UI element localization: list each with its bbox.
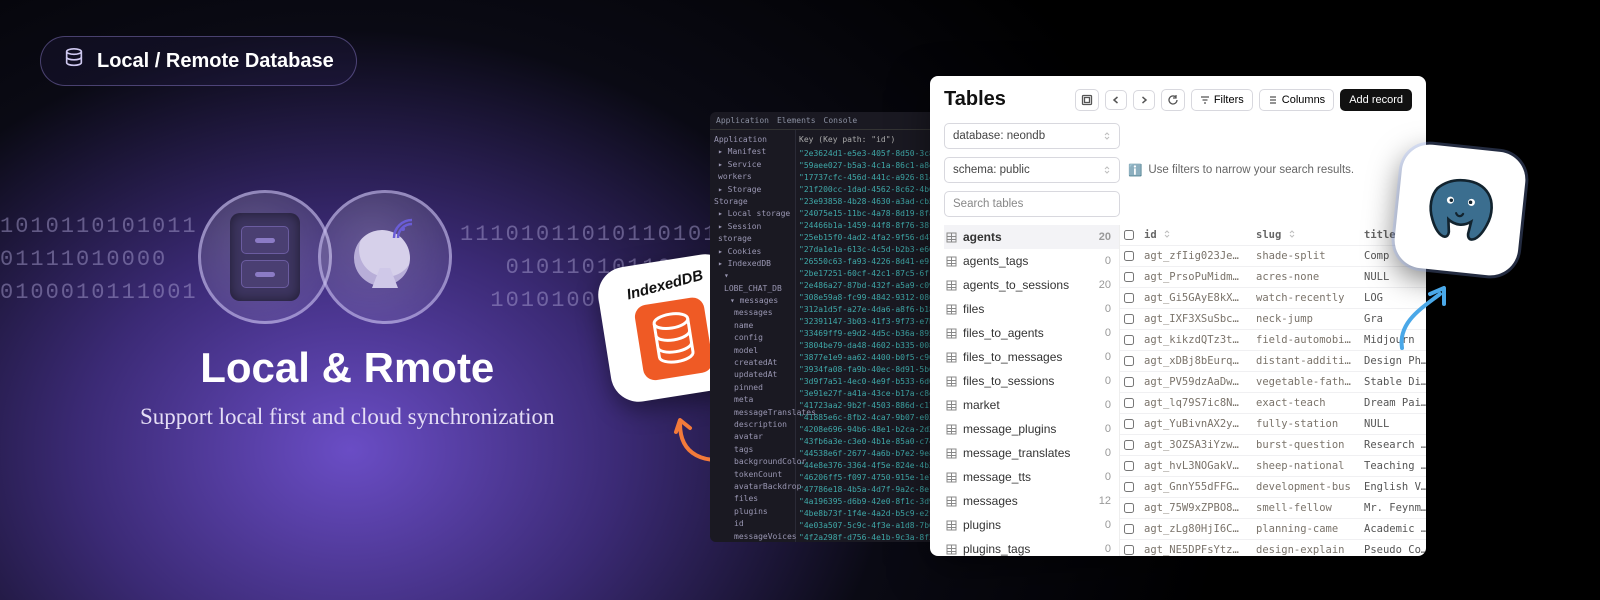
table-list-item[interactable]: agents_tags0 (944, 249, 1119, 273)
hero-title: Local & Rmote (140, 344, 555, 392)
indexeddb-cylinder-icon (633, 295, 714, 381)
checkbox-header[interactable] (1120, 225, 1138, 245)
remote-circle (318, 190, 452, 324)
expand-icon-button[interactable] (1075, 89, 1099, 111)
table-list-item[interactable]: message_translates0 (944, 441, 1119, 465)
table-row[interactable]: agt_NE5DPFsYtzCUdesign-explainPseudo Cod… (1120, 540, 1426, 556)
hero-text: Local & Rmote Support local first and cl… (140, 344, 555, 430)
hero-subtitle: Support local first and cloud synchroniz… (140, 404, 555, 430)
row-checkbox[interactable] (1124, 272, 1134, 282)
search-tables-input[interactable]: Search tables (944, 191, 1120, 217)
database-selector[interactable]: database: neondb (944, 123, 1120, 149)
table-list-item[interactable]: agents_to_sessions20 (944, 273, 1119, 297)
filter-tip: ℹ️ Use filters to narrow your search res… (1128, 123, 1354, 217)
table-list-item[interactable]: market0 (944, 393, 1119, 417)
satellite-dish-icon (346, 218, 424, 296)
next-button[interactable] (1133, 90, 1155, 110)
row-checkbox[interactable] (1124, 440, 1134, 450)
table-list-item[interactable]: agents20 (944, 225, 1119, 249)
info-icon: ℹ️ (1128, 163, 1142, 177)
table-row[interactable]: agt_PV59dzAaDwXPvegetable-fatherStable D… (1120, 372, 1426, 393)
devtools-panel: Application Elements Console Application▸ … (710, 112, 932, 542)
tables-list: agents20agents_tags0agents_to_sessions20… (944, 225, 1120, 556)
table-row[interactable]: agt_GnnY55dFFGjSdevelopment-busEnglish V… (1120, 477, 1426, 498)
add-record-button[interactable]: Add record (1340, 89, 1412, 111)
devtools-tab[interactable]: Elements (777, 116, 816, 125)
devtools-tab[interactable]: Console (824, 116, 858, 125)
row-checkbox[interactable] (1124, 524, 1134, 534)
feature-badge: Local / Remote Database (40, 36, 357, 86)
table-row[interactable]: agt_hvL3NOGakV8csheep-nationalTeaching M… (1120, 456, 1426, 477)
row-checkbox[interactable] (1124, 314, 1134, 324)
row-checkbox[interactable] (1124, 545, 1134, 555)
table-list-item[interactable]: plugins_tags0 (944, 537, 1119, 556)
db-panel-title: Tables (944, 88, 1006, 111)
table-row[interactable]: agt_zfIig023Jeinshade-splitComp (1120, 246, 1426, 267)
postgres-card (1392, 142, 1528, 278)
schema-selector[interactable]: schema: public (944, 157, 1120, 183)
table-row[interactable]: agt_IXF3XSuSbckaneck-jumpGra (1120, 309, 1426, 330)
table-row[interactable]: agt_xDBj8bEurq3edistant-additionalDesign… (1120, 351, 1426, 372)
table-row[interactable]: agt_75W9xZPBO808smell-fellowMr. Feynman (1120, 498, 1426, 519)
local-circle (198, 190, 332, 324)
table-list-item[interactable]: messages12 (944, 489, 1119, 513)
devtools-keys: Key (Key path: "id")"2e3624d1-e5e3-405f-… (796, 130, 932, 542)
database-panel: Tables Filters Columns Add (930, 76, 1426, 556)
devtools-tabs: Application Elements Console (710, 112, 932, 130)
table-list-item[interactable]: files_to_messages0 (944, 345, 1119, 369)
table-row[interactable]: agt_Gi5GAyE8kX4nwatch-recentlyLOG (1120, 288, 1426, 309)
grid-header: id slug title (1120, 225, 1426, 246)
binary-decor-left: 1010110101011 01111010000 0100010111001 (0, 210, 198, 309)
table-list-item[interactable]: message_tts0 (944, 465, 1119, 489)
table-row[interactable]: agt_kikzdQTz3tRYfield-automobileMidjourn (1120, 330, 1426, 351)
row-checkbox[interactable] (1124, 335, 1134, 345)
row-checkbox[interactable] (1124, 251, 1134, 261)
row-checkbox[interactable] (1124, 356, 1134, 366)
row-checkbox[interactable] (1124, 461, 1134, 471)
feature-badge-label: Local / Remote Database (97, 50, 334, 73)
table-row[interactable]: agt_3OZSA3iYzwm5burst-questionResearch A… (1120, 435, 1426, 456)
database-icon (63, 47, 85, 75)
col-id[interactable]: id (1138, 225, 1250, 245)
row-checkbox[interactable] (1124, 398, 1134, 408)
row-checkbox[interactable] (1124, 482, 1134, 492)
columns-button[interactable]: Columns (1259, 89, 1334, 111)
table-list-item[interactable]: message_plugins0 (944, 417, 1119, 441)
table-list-item[interactable]: files_to_agents0 (944, 321, 1119, 345)
row-checkbox[interactable] (1124, 377, 1134, 387)
postgres-elephant-icon (1412, 162, 1509, 259)
row-checkbox[interactable] (1124, 419, 1134, 429)
devtools-tab[interactable]: Application (716, 116, 769, 125)
table-list-item[interactable]: files0 (944, 297, 1119, 321)
arrow-blue-icon (1392, 278, 1456, 358)
table-row[interactable]: agt_lq79S7ic8Nq4exact-teachDream Paint (1120, 393, 1426, 414)
prev-button[interactable] (1105, 90, 1127, 110)
row-checkbox[interactable] (1124, 293, 1134, 303)
refresh-button[interactable] (1161, 89, 1185, 111)
records-grid: id slug title agt_zfIig023Jeinshade-spli… (1120, 225, 1426, 556)
devtools-tree: Application▸ Manifest▸ Service workers▸ … (710, 130, 796, 542)
table-row[interactable]: agt_zLg80HjI6Cd9planning-cameAcademic Wr… (1120, 519, 1426, 540)
file-cabinet-icon (230, 213, 300, 301)
table-row[interactable]: agt_YuBivnAX2yJCfully-stationNULL (1120, 414, 1426, 435)
filters-button[interactable]: Filters (1191, 89, 1253, 111)
table-list-item[interactable]: plugins0 (944, 513, 1119, 537)
col-slug[interactable]: slug (1250, 225, 1358, 245)
hero-illustration (198, 190, 452, 324)
row-checkbox[interactable] (1124, 503, 1134, 513)
table-row[interactable]: agt_PrsoPuMidm1Zacres-noneNULL (1120, 267, 1426, 288)
table-list-item[interactable]: files_to_sessions0 (944, 369, 1119, 393)
